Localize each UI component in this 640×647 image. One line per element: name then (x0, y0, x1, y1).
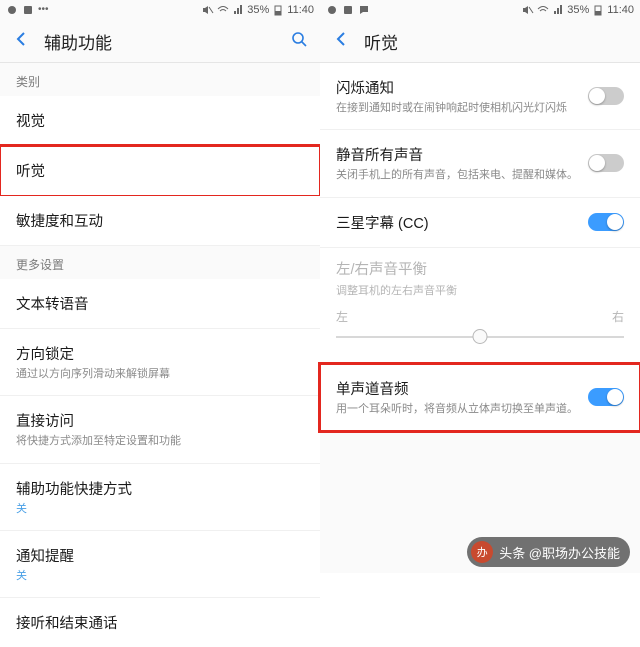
item-mute-all[interactable]: 静音所有声音 关闭手机上的所有声音，包括来电、提醒和媒体。 (320, 130, 640, 197)
item-label: 静音所有声音 (336, 144, 585, 165)
item-label: 敏捷度和互动 (16, 210, 304, 231)
balance-right-label: 右 (612, 308, 624, 325)
clock: 11:40 (287, 4, 314, 16)
balance-left-label: 左 (336, 308, 348, 325)
back-icon[interactable] (12, 30, 30, 53)
section-label-more: 更多设置 (0, 246, 320, 279)
battery-icon (592, 4, 604, 16)
chat-icon (358, 4, 370, 16)
notification-dot-icon (6, 4, 18, 16)
battery-icon (272, 4, 284, 16)
item-flash-notification[interactable]: 闪烁通知 在接到通知时或在闹钟响起时使相机闪光灯闪烁 (320, 63, 640, 130)
item-label: 闪烁通知 (336, 77, 585, 98)
item-label: 直接访问 (16, 410, 304, 431)
item-label: 左/右声音平衡 (336, 258, 624, 279)
item-notification-reminder[interactable]: 通知提醒 关 (0, 531, 320, 598)
signal-icon (232, 4, 244, 16)
balance-slider[interactable] (336, 327, 624, 347)
item-desc: 关闭手机上的所有声音，包括来电、提醒和媒体。 (336, 168, 585, 182)
item-accessibility-shortcut[interactable]: 辅助功能快捷方式 关 (0, 464, 320, 531)
accessibility-settings-pane: ••• 35% 11:40 辅助功能 类别 视觉 听觉 敏捷度和互动 (0, 0, 320, 573)
watermark-text: 头条 @职场办公技能 (499, 543, 620, 562)
search-icon[interactable] (290, 30, 308, 53)
header: 听觉 (320, 20, 640, 62)
toggle-switch[interactable] (588, 388, 624, 406)
slider-thumb-icon[interactable] (473, 329, 488, 344)
section-label-category: 类别 (0, 63, 320, 96)
mute-icon (202, 4, 214, 16)
item-tts[interactable]: 文本转语音 (0, 279, 320, 329)
item-label: 单声道音频 (336, 378, 585, 399)
item-label: 方向锁定 (16, 343, 304, 364)
avatar-icon: 办 (471, 541, 493, 563)
mute-icon (522, 4, 534, 16)
item-desc: 调整耳机的左右声音平衡 (336, 282, 624, 298)
battery-percent: 35% (567, 4, 589, 16)
clock: 11:40 (607, 4, 634, 16)
toggle-switch[interactable] (588, 87, 624, 105)
item-hearing[interactable]: 听觉 (0, 146, 320, 196)
wifi-icon (217, 4, 229, 16)
app-icon (22, 4, 34, 16)
signal-icon (552, 4, 564, 16)
item-desc: 关 (16, 569, 304, 583)
item-label: 视觉 (16, 110, 304, 131)
item-sound-balance: 左/右声音平衡 调整耳机的左右声音平衡 左 右 (320, 248, 640, 364)
item-direct-access[interactable]: 直接访问 将快捷方式添加至特定设置和功能 (0, 396, 320, 463)
item-answer-end-calls[interactable]: 接听和结束通话 (0, 598, 320, 647)
page-title: 辅助功能 (44, 29, 112, 54)
toggle-switch[interactable] (588, 154, 624, 172)
status-bar: ••• 35% 11:40 (0, 0, 320, 20)
status-bar: 35% 11:40 (320, 0, 640, 20)
hearing-settings-pane: 35% 11:40 听觉 闪烁通知 在接到通知时或在闹钟响起时使相机闪光灯闪烁 … (320, 0, 640, 573)
item-label: 三星字幕 (CC) (336, 212, 585, 233)
item-orientation-lock[interactable]: 方向锁定 通过以方向序列滑动来解锁屏幕 (0, 329, 320, 396)
item-vision[interactable]: 视觉 (0, 96, 320, 146)
watermark: 办 头条 @职场办公技能 (467, 537, 630, 567)
page-title: 听觉 (364, 29, 398, 54)
item-samsung-cc[interactable]: 三星字幕 (CC) (320, 198, 640, 248)
item-desc: 在接到通知时或在闹钟响起时使相机闪光灯闪烁 (336, 101, 585, 115)
item-label: 辅助功能快捷方式 (16, 478, 304, 499)
item-label: 接听和结束通话 (16, 612, 304, 633)
more-icon: ••• (38, 4, 49, 16)
item-mono-audio[interactable]: 单声道音频 用一个耳朵听时，将音频从立体声切换至单声道。 (320, 364, 640, 431)
wifi-icon (537, 4, 549, 16)
item-label: 听觉 (16, 160, 304, 181)
item-label: 文本转语音 (16, 293, 304, 314)
battery-percent: 35% (247, 4, 269, 16)
item-desc: 用一个耳朵听时，将音频从立体声切换至单声道。 (336, 402, 585, 416)
item-label: 通知提醒 (16, 545, 304, 566)
item-desc: 通过以方向序列滑动来解锁屏幕 (16, 367, 304, 381)
toggle-switch[interactable] (588, 213, 624, 231)
back-icon[interactable] (332, 30, 350, 53)
header: 辅助功能 (0, 20, 320, 62)
item-desc: 将快捷方式添加至特定设置和功能 (16, 434, 304, 448)
notification-dot-icon (326, 4, 338, 16)
app-icon (342, 4, 354, 16)
item-desc: 关 (16, 502, 304, 516)
item-dexterity[interactable]: 敏捷度和互动 (0, 196, 320, 246)
